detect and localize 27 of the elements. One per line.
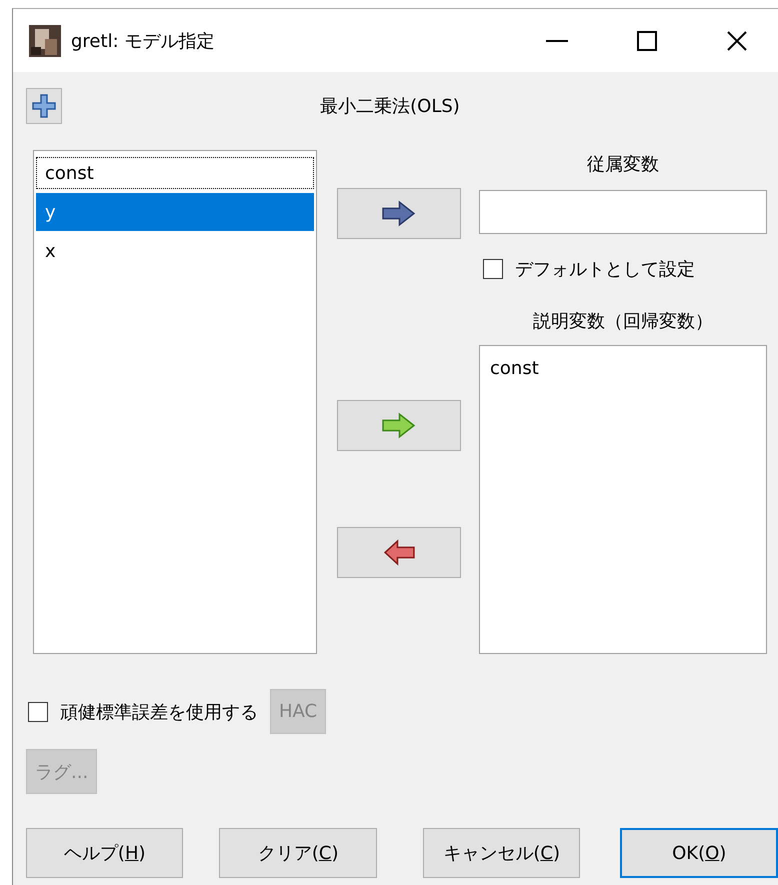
add-button[interactable] (26, 88, 62, 124)
minimize-icon[interactable] (546, 40, 568, 42)
checkbox[interactable] (483, 259, 503, 279)
set-dependent-button[interactable] (337, 188, 461, 239)
dialog-button[interactable]: ヘルプ(H) (26, 828, 184, 878)
maximize-icon[interactable] (637, 30, 657, 50)
window-title: gretl: モデル指定 (71, 30, 216, 52)
list-item[interactable]: const (490, 358, 756, 379)
dialog-button[interactable]: キャンセル(C) (422, 828, 580, 878)
model-heading: 最小二乗法(OLS) (320, 96, 460, 117)
app-icon (29, 24, 61, 56)
regressors-label: 説明変数（回帰変数） (533, 311, 713, 332)
checkbox-label: デフォルトとして設定 (515, 258, 695, 281)
remove-regressor-button[interactable] (337, 527, 461, 578)
list-item[interactable]: x (36, 235, 314, 267)
dialog-button[interactable]: OK(O) (620, 828, 778, 878)
checkbox[interactable] (28, 702, 48, 722)
list-item[interactable]: const (36, 157, 314, 189)
close-icon[interactable] (726, 30, 748, 52)
arrow-left-icon (382, 539, 416, 566)
dependent-label: 従属変数 (587, 154, 659, 175)
arrow-right-icon (382, 200, 416, 227)
checkbox-label: 頑健標準誤差を使用する (60, 700, 258, 724)
list-item[interactable]: y (36, 193, 314, 231)
arrow-right-icon (382, 412, 416, 439)
dialog-button[interactable]: クリア(C) (219, 828, 377, 878)
dependent-field[interactable] (479, 190, 767, 234)
